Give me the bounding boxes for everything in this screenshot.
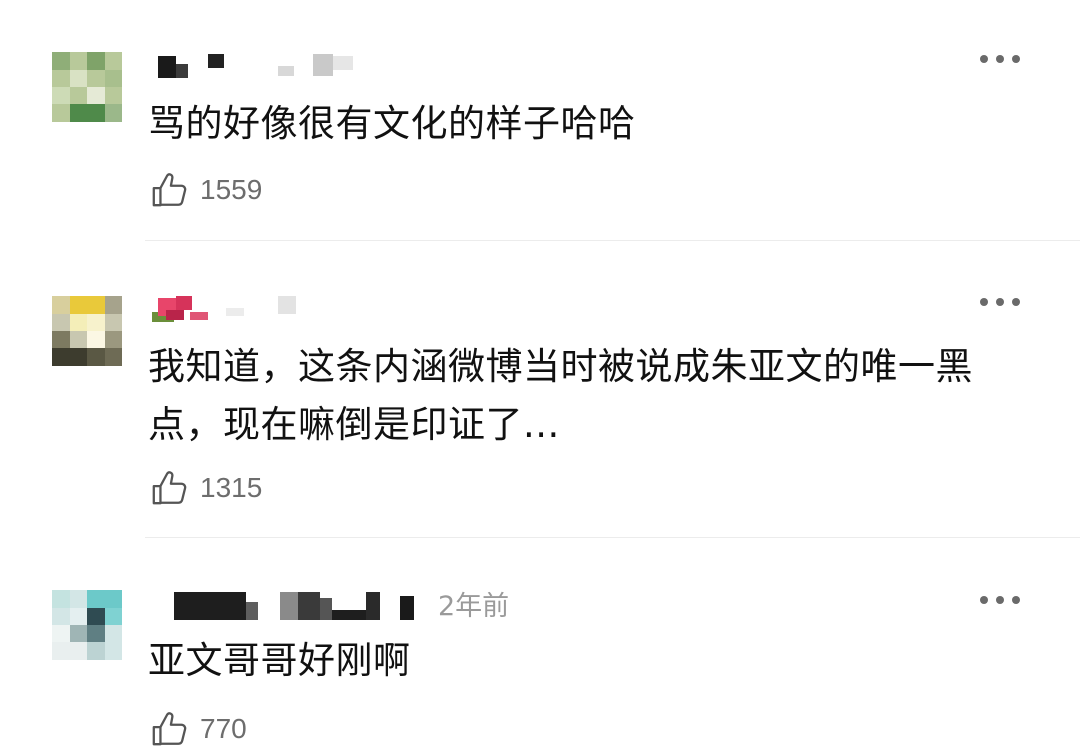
comment-time: 2年前	[438, 591, 510, 622]
comment-text: 亚文哥哥好刚啊	[148, 639, 411, 682]
comment-item: 2年前 亚文哥哥好刚啊 770	[0, 0, 1080, 750]
username-blurred[interactable]	[150, 588, 430, 628]
avatar[interactable]	[52, 590, 122, 660]
more-dots-icon[interactable]	[980, 594, 1022, 606]
like-button[interactable]: 770	[150, 707, 247, 751]
thumbs-up-icon	[152, 712, 187, 746]
like-count: 770	[200, 713, 247, 744]
